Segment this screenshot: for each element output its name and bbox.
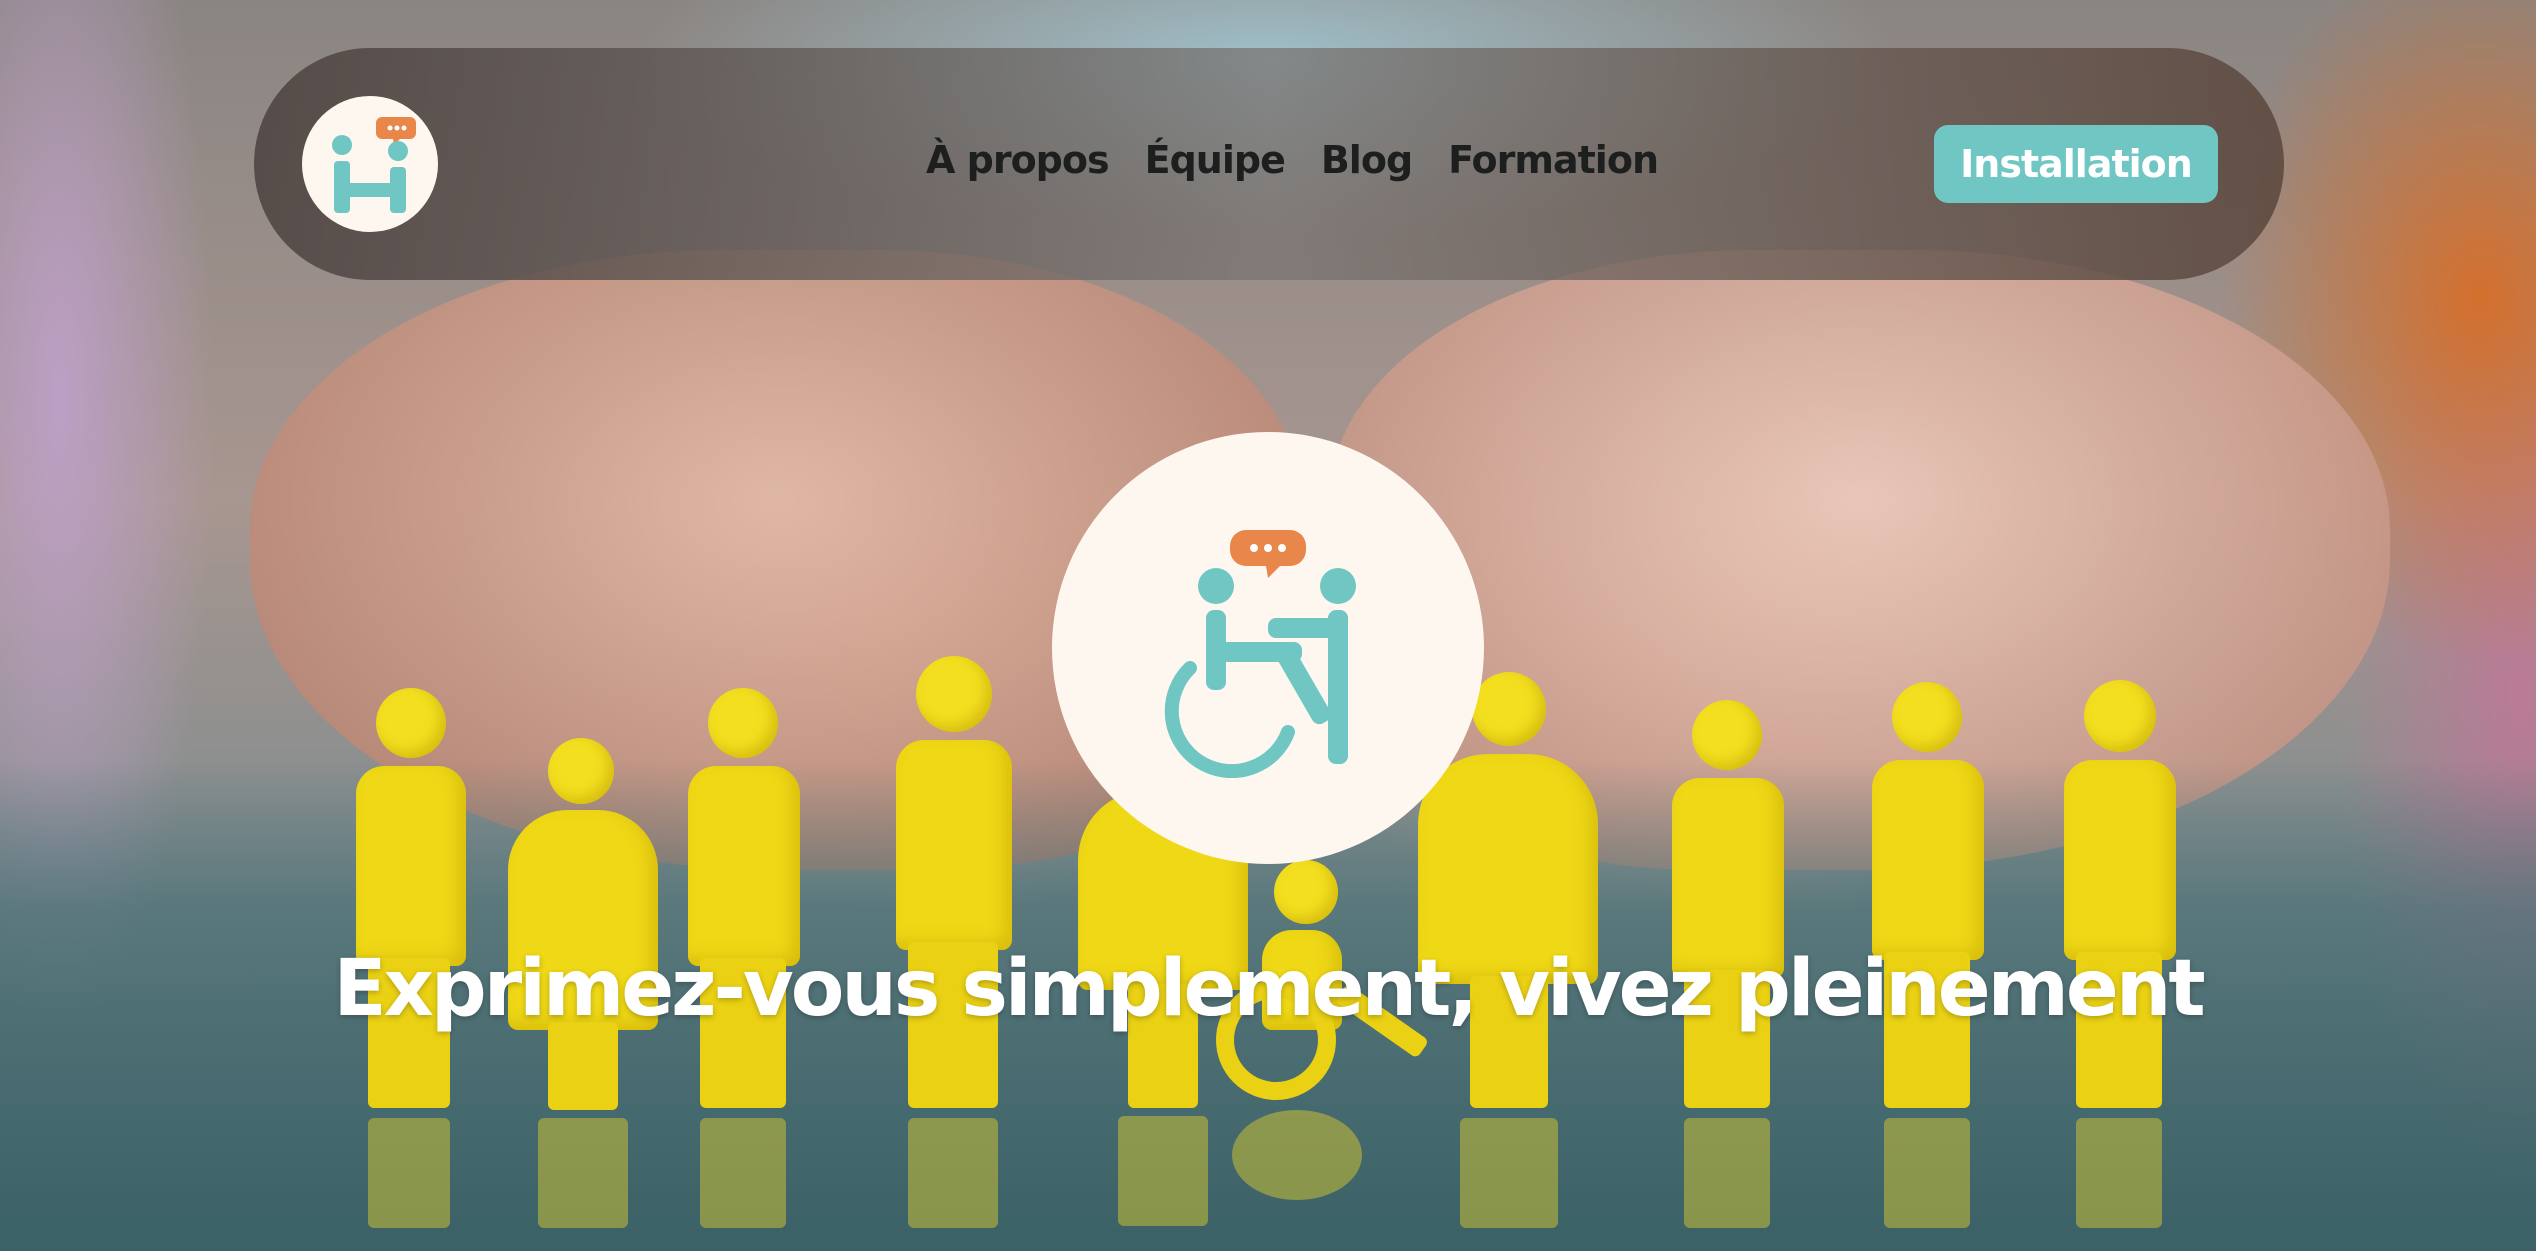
paper-figure	[338, 688, 478, 1228]
paper-figure	[878, 656, 1028, 1228]
paper-figure	[668, 688, 818, 1228]
wheelchair-conversation-icon	[1164, 530, 1356, 778]
hero-headline: Exprimez-vous simplement, vivez pleineme…	[333, 944, 2205, 1034]
paper-figure	[2044, 680, 2194, 1228]
top-navbar: À propos Équipe Blog Formation Installat…	[254, 48, 2284, 280]
nav-link-formation[interactable]: Formation	[1448, 138, 1659, 182]
paper-figure	[498, 738, 668, 1228]
nav-link-equipe[interactable]: Équipe	[1145, 138, 1286, 182]
nav-link-blog[interactable]: Blog	[1321, 138, 1413, 182]
site-logo[interactable]	[302, 96, 438, 232]
hero-emblem	[1052, 432, 1484, 864]
paper-figure	[1652, 700, 1802, 1228]
hi-logo-icon	[332, 117, 416, 213]
paper-figure	[1852, 682, 2002, 1228]
installation-button[interactable]: Installation	[1934, 125, 2218, 203]
speech-bubble-icon	[1230, 530, 1306, 578]
nav-link-a-propos[interactable]: À propos	[926, 138, 1110, 182]
nav-links: À propos Équipe Blog Formation	[926, 138, 1659, 182]
